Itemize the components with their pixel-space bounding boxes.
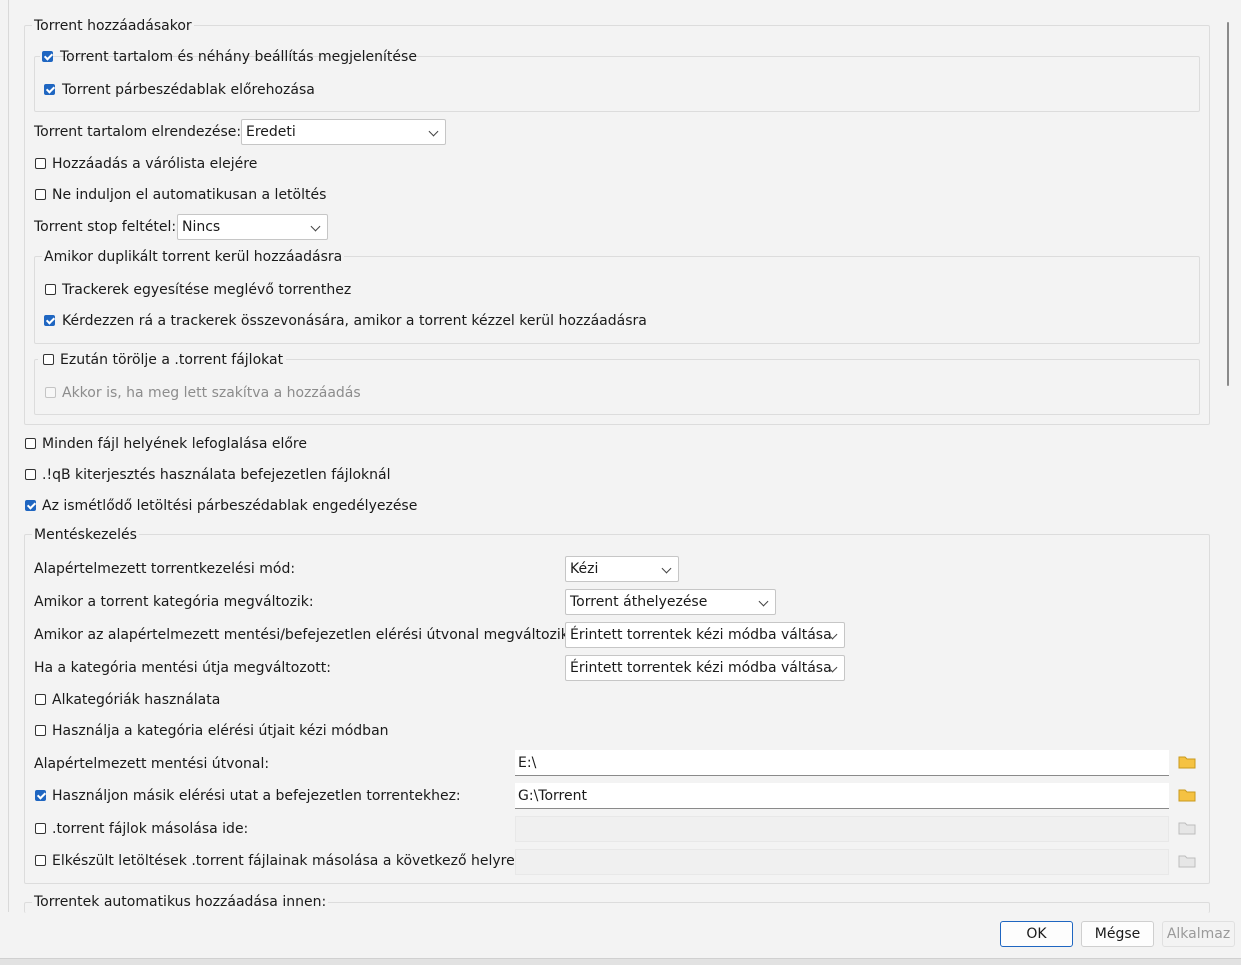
show-content-label: Torrent tartalom és néhány beállítás meg… bbox=[60, 49, 417, 65]
delete-torrent-label: Ezután törölje a .torrent fájlokat bbox=[60, 352, 284, 368]
dont-start-checkbox[interactable] bbox=[35, 189, 46, 200]
auto-add-legend: Torrentek automatikus hozzáadása innen: bbox=[32, 893, 329, 911]
use-category-paths-label: Használja a kategória elérési útjait kéz… bbox=[52, 723, 389, 739]
incomplete-path-input[interactable]: G:\Torrent bbox=[515, 783, 1169, 809]
copy-finished-checkbox[interactable] bbox=[35, 855, 46, 866]
cancel-button[interactable]: Mégse bbox=[1081, 921, 1154, 947]
merge-trackers-label: Trackerek egyesítése meglévő torrenthez bbox=[62, 282, 352, 298]
folder-icon[interactable] bbox=[1178, 788, 1196, 802]
copy-finished-input[interactable] bbox=[515, 849, 1169, 875]
bring-front-label: Torrent párbeszédablak előrehozása bbox=[62, 82, 315, 98]
torrent-add-legend: Torrent hozzáadásakor bbox=[32, 17, 194, 35]
show-content-legend-row[interactable]: Torrent tartalom és néhány beállítás meg… bbox=[40, 48, 417, 66]
mode-label: Alapértelmezett torrentkezelési mód: bbox=[34, 561, 296, 577]
category-path-changed-label: Ha a kategória mentési útja megváltozott… bbox=[34, 660, 331, 676]
copy-torrent-input[interactable] bbox=[515, 816, 1169, 842]
add-top-queue-checkbox[interactable] bbox=[35, 158, 46, 169]
qb-extension-checkbox[interactable] bbox=[25, 469, 36, 480]
delete-torrent-checkbox[interactable] bbox=[43, 354, 54, 365]
incomplete-path-checkbox[interactable] bbox=[35, 790, 46, 801]
show-content-checkbox[interactable] bbox=[42, 51, 53, 62]
duplicate-group bbox=[34, 256, 1200, 344]
duplicate-legend: Amikor duplikált torrent kerül hozzáadás… bbox=[42, 248, 345, 266]
mode-combo[interactable]: Kézi bbox=[565, 556, 679, 582]
even-if-aborted-label: Akkor is, ha meg lett szakítva a hozzáad… bbox=[62, 385, 361, 401]
use-category-paths-checkbox[interactable] bbox=[35, 725, 46, 736]
default-path-changed-label: Amikor az alapértelmezett mentési/befeje… bbox=[34, 627, 574, 643]
ok-button[interactable]: OK bbox=[1000, 921, 1073, 947]
recursive-dialog-checkbox[interactable] bbox=[25, 500, 36, 511]
default-save-path-label: Alapértelmezett mentési útvonal: bbox=[34, 756, 270, 772]
copy-torrent-checkbox[interactable] bbox=[35, 823, 46, 834]
folder-icon[interactable] bbox=[1178, 755, 1196, 769]
default-path-changed-combo[interactable]: Érintett torrentek kézi módba váltása bbox=[565, 622, 845, 648]
ask-merge-checkbox[interactable] bbox=[44, 315, 55, 326]
chevron-down-icon bbox=[758, 596, 769, 607]
category-changed-combo[interactable]: Torrent áthelyezése bbox=[565, 589, 776, 615]
qb-extension-label: .!qB kiterjesztés használata befejezetle… bbox=[42, 467, 391, 483]
saving-legend: Mentéskezelés bbox=[32, 526, 139, 544]
add-top-queue-label: Hozzáadás a várólista elejére bbox=[52, 156, 258, 172]
apply-button[interactable]: Alkalmaz bbox=[1162, 921, 1235, 947]
copy-torrent-label: .torrent fájlok másolása ide: bbox=[52, 821, 249, 837]
mode-value: Kézi bbox=[570, 561, 599, 577]
delete-torrent-legend-row[interactable]: Ezután törölje a .torrent fájlokat bbox=[38, 351, 286, 369]
category-changed-label: Amikor a torrent kategória megváltozik: bbox=[34, 594, 314, 610]
ask-merge-label: Kérdezzen rá a trackerek összevonására, … bbox=[62, 313, 647, 329]
stop-condition-value: Nincs bbox=[182, 219, 221, 235]
chevron-down-icon bbox=[428, 126, 439, 137]
left-border bbox=[8, 0, 9, 912]
folder-icon[interactable] bbox=[1178, 854, 1196, 868]
subcategories-checkbox[interactable] bbox=[35, 694, 46, 705]
recursive-dialog-label: Az ismétlődő letöltési párbeszédablak en… bbox=[42, 498, 418, 514]
layout-label: Torrent tartalom elrendezése: bbox=[34, 124, 242, 140]
layout-combo[interactable]: Eredeti bbox=[241, 119, 446, 145]
merge-trackers-checkbox[interactable] bbox=[45, 284, 56, 295]
incomplete-path-label: Használjon másik elérési utat a befejeze… bbox=[52, 788, 461, 804]
subcategories-label: Alkategóriák használata bbox=[52, 692, 221, 708]
stop-condition-label: Torrent stop feltétel: bbox=[34, 219, 177, 235]
category-path-changed-combo[interactable]: Érintett torrentek kézi módba váltása bbox=[565, 655, 845, 681]
dont-start-label: Ne induljon el automatikusan a letöltés bbox=[52, 187, 327, 203]
chevron-down-icon bbox=[661, 563, 672, 574]
scrollbar-thumb[interactable] bbox=[1227, 22, 1229, 386]
stop-condition-combo[interactable]: Nincs bbox=[177, 214, 328, 240]
folder-icon[interactable] bbox=[1178, 821, 1196, 835]
default-save-path-input[interactable]: E:\ bbox=[515, 750, 1169, 776]
preallocate-checkbox[interactable] bbox=[25, 438, 36, 449]
even-if-aborted-checkbox[interactable] bbox=[45, 387, 56, 398]
copy-finished-label: Elkészült letöltések .torrent fájlainak … bbox=[52, 853, 520, 869]
category-changed-value: Torrent áthelyezése bbox=[570, 594, 708, 610]
chevron-down-icon bbox=[310, 221, 321, 232]
bring-front-checkbox[interactable] bbox=[44, 84, 55, 95]
vertical-scrollbar[interactable] bbox=[1221, 4, 1237, 910]
default-path-changed-value: Érintett torrentek kézi módba váltása bbox=[570, 627, 832, 643]
preallocate-label: Minden fájl helyének lefoglalása előre bbox=[42, 436, 307, 452]
category-path-changed-value: Érintett torrentek kézi módba váltása bbox=[570, 660, 832, 676]
layout-combo-value: Eredeti bbox=[246, 124, 296, 140]
